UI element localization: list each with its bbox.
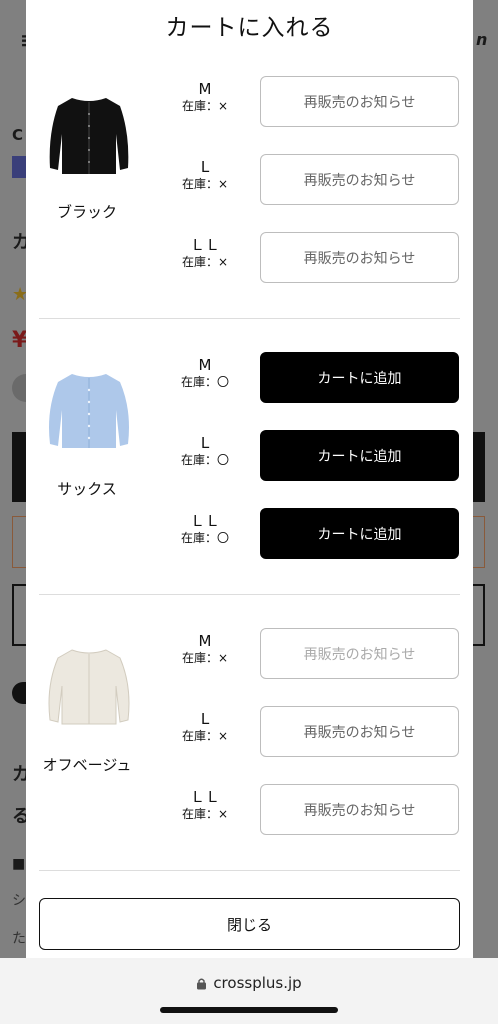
restock-notify-button[interactable]: 再販売のお知らせ (260, 784, 459, 835)
bg-button-fragment (12, 432, 26, 502)
size-row-sax-m: M 在庫：〇 (166, 356, 244, 390)
size-row-offbeige-ll: ＬＬ 在庫：× (166, 788, 244, 822)
size-label: L (200, 710, 210, 728)
restock-notify-button[interactable]: 再販売のお知らせ (260, 628, 459, 679)
stock-label: 在庫：× (181, 177, 229, 191)
stock-label: 在庫：× (181, 99, 229, 113)
url-text: crossplus.jp (213, 974, 302, 992)
restock-notify-button[interactable]: 再販売のお知らせ (260, 76, 459, 127)
group-divider (39, 594, 460, 595)
modal-title: カートに入れる (165, 15, 334, 41)
add-to-cart-modal: カートに入れる ブラック M 在庫：× 再販売のお知らせ L 在庫：× 再販売の… (26, 0, 473, 958)
bg-body-fragment-2: た (12, 931, 26, 947)
bg-icon-fragment (12, 682, 26, 704)
restock-notify-button[interactable]: 再販売のお知らせ (260, 232, 459, 283)
size-row-sax-ll: ＬＬ 在庫：〇 (166, 512, 244, 546)
group-divider (39, 318, 460, 319)
size-row-black-m: M 在庫：× (166, 80, 244, 114)
size-label: L (200, 434, 210, 452)
color-name-offbeige: オフベージュ (42, 756, 132, 774)
add-to-cart-button[interactable]: カートに追加 (260, 430, 459, 481)
size-row-black-ll: ＬＬ 在庫：× (166, 236, 244, 270)
stock-label: 在庫：× (181, 255, 229, 269)
bg-box-fragment-right (473, 584, 485, 646)
size-label: ＬＬ (189, 512, 220, 530)
bg-box-fragment (12, 584, 26, 646)
stock-label: 在庫：〇 (180, 531, 229, 545)
size-row-offbeige-l: L 在庫：× (166, 710, 244, 744)
bg-bullet-fragment: ■ (12, 856, 26, 872)
bg-text-fragment: C (12, 126, 24, 144)
url-display[interactable]: crossplus.jp (0, 974, 498, 992)
group-divider (39, 870, 460, 871)
bg-button-fragment-right (473, 432, 485, 502)
stock-label: 在庫：× (181, 807, 229, 821)
size-label: ＬＬ (189, 236, 220, 254)
bg-body-fragment: シ (12, 893, 26, 909)
size-label: M (198, 356, 212, 374)
add-to-cart-button[interactable]: カートに追加 (260, 352, 459, 403)
stock-label: 在庫：× (181, 729, 229, 743)
add-to-cart-button[interactable]: カートに追加 (260, 508, 459, 559)
close-button[interactable]: 閉じる (39, 898, 460, 950)
restock-notify-button[interactable]: 再販売のお知らせ (260, 154, 459, 205)
size-label: M (198, 632, 212, 650)
size-label: M (198, 80, 212, 98)
stock-label: 在庫：〇 (180, 375, 229, 389)
stock-label: 在庫：〇 (180, 453, 229, 467)
product-image-black (42, 94, 136, 184)
product-image-sax (42, 370, 136, 460)
bg-header-fragment: n (476, 30, 488, 49)
color-name-sax: サックス (57, 480, 117, 498)
browser-url-bar[interactable]: crossplus.jp (0, 958, 498, 1024)
bg-outline-fragment-right (473, 516, 485, 568)
size-row-offbeige-m: M 在庫：× (166, 632, 244, 666)
product-image-offbeige (42, 646, 136, 736)
color-name-black: ブラック (56, 203, 117, 221)
restock-notify-button[interactable]: 再販売のお知らせ (260, 706, 459, 757)
size-label: ＬＬ (189, 788, 220, 806)
size-row-black-l: L 在庫：× (166, 158, 244, 192)
lock-icon (197, 977, 207, 989)
size-row-sax-l: L 在庫：〇 (166, 434, 244, 468)
bg-badge-fragment (12, 156, 26, 178)
stock-label: 在庫：× (181, 651, 229, 665)
bg-chip-fragment (12, 374, 26, 402)
size-label: L (200, 158, 210, 176)
home-indicator[interactable] (160, 1007, 338, 1013)
bg-outline-fragment (12, 516, 26, 568)
